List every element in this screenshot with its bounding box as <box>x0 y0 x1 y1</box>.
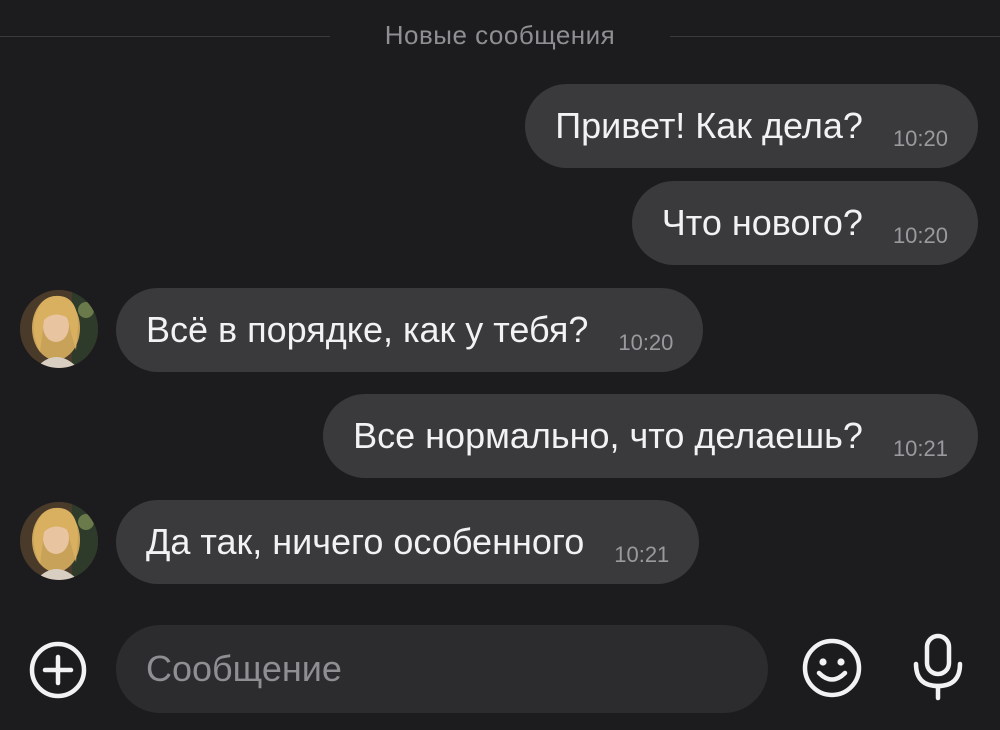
message-bubble-outgoing[interactable]: Все нормально, что делаешь? 10:21 <box>323 394 978 478</box>
microphone-button[interactable] <box>906 630 970 702</box>
message-time: 10:21 <box>614 542 670 567</box>
message-time: 10:21 <box>892 436 948 461</box>
avatar-photo <box>20 290 98 368</box>
emoji-icon <box>802 638 862 698</box>
message-time: 10:20 <box>892 223 948 248</box>
contact-avatar[interactable] <box>20 290 98 368</box>
message-text: Все нормально, что делаешь? <box>353 415 863 456</box>
attach-button[interactable] <box>28 640 88 700</box>
message-text: Что нового? <box>661 202 863 243</box>
message-input[interactable]: Сообщение <box>116 625 768 713</box>
message-bubble-incoming[interactable]: Всё в порядке, как у тебя? 10:20 <box>116 288 704 372</box>
message-text: Всё в порядке, как у тебя? <box>146 309 589 350</box>
new-messages-divider: Новые сообщения <box>0 16 1000 56</box>
avatar-photo <box>20 502 98 580</box>
emoji-button[interactable] <box>800 636 864 700</box>
microphone-icon <box>913 633 963 701</box>
message-time: 10:20 <box>618 330 674 355</box>
message-text: Да так, ничего особенного <box>146 521 585 562</box>
message-input-placeholder: Сообщение <box>146 648 342 689</box>
message-text: Привет! Как дела? <box>555 105 863 146</box>
contact-avatar[interactable] <box>20 502 98 580</box>
message-bubble-outgoing[interactable]: Привет! Как дела? 10:20 <box>525 84 978 168</box>
plus-icon <box>29 641 87 699</box>
message-bubble-outgoing[interactable]: Что нового? 10:20 <box>631 181 978 265</box>
message-time: 10:20 <box>892 126 948 151</box>
divider-line-right <box>670 36 1000 37</box>
message-bubble-incoming[interactable]: Да так, ничего особенного 10:21 <box>116 500 700 584</box>
